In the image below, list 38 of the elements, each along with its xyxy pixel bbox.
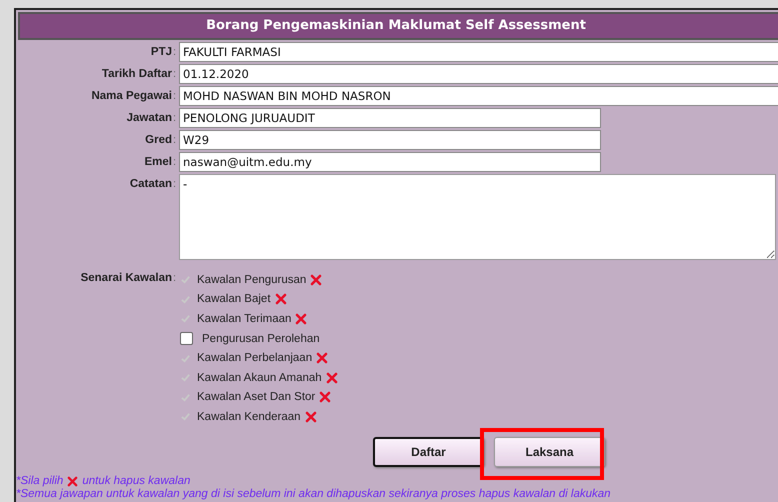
checkbox[interactable] <box>180 332 193 346</box>
field-label: Gred <box>144 133 172 148</box>
label-colon: : <box>172 67 178 82</box>
note-text: *Semua jawapan untuk kawalan yang di isi sebelum ini akan dihapuskan sekiranya proses hapus kawalan di lakukan <box>16 488 611 501</box>
field-label: Emel <box>144 155 172 170</box>
input-field[interactable]: 01.12.2020 <box>179 64 778 84</box>
checkbox-label: Pengurusan Perolehan <box>201 332 320 345</box>
checkbox-label: Kawalan Akaun Amanah <box>197 372 322 384</box>
remove-icon <box>67 476 78 487</box>
field-label: Tarikh Daftar <box>100 67 172 82</box>
input-field[interactable]: W29 <box>179 130 601 150</box>
label-colon: : <box>172 45 178 60</box>
field-label: Nama Pegawai <box>90 89 172 104</box>
input-field[interactable]: FAKULTI FARMASI <box>179 42 778 62</box>
label-colon: : <box>172 155 178 170</box>
label-colon: : <box>172 177 178 192</box>
checkbox-label: Kawalan Perbelanjaan <box>197 352 312 364</box>
notes-textarea[interactable]: - <box>179 174 776 260</box>
input-field[interactable]: MOHD NASWAN BIN MOHD NASRON <box>179 86 778 106</box>
field-label: PTJ <box>150 45 172 60</box>
note-text: *Sila pilih <box>16 474 64 488</box>
label-colon: : <box>172 133 178 148</box>
input-field[interactable]: PENOLONG JURUAUDIT <box>179 108 601 128</box>
checkbox-label: Kawalan Pengurusan <box>197 274 306 286</box>
field-label: Catatan <box>128 177 172 192</box>
label-colon: : <box>172 111 178 126</box>
field-label: Jawatan <box>126 111 172 126</box>
checkbox-label: Kawalan Aset Dan Stor <box>197 391 316 404</box>
field-label: Senarai Kawalan <box>80 271 172 286</box>
checkbox-label: Kawalan Kenderaan <box>197 410 301 423</box>
checkbox-label: Kawalan Terimaan <box>197 312 292 325</box>
form-button[interactable]: Laksana <box>494 436 605 467</box>
checkbox-label: Kawalan Bajet <box>197 293 271 306</box>
input-field[interactable]: naswan@uitm.edu.my <box>179 152 601 172</box>
label-colon: : <box>172 271 178 286</box>
label-colon: : <box>172 89 178 104</box>
form-title: Borang Pengemaskinian Maklumat Self Assessment <box>18 12 778 40</box>
note-text: untuk hapus kawalan <box>82 474 190 488</box>
